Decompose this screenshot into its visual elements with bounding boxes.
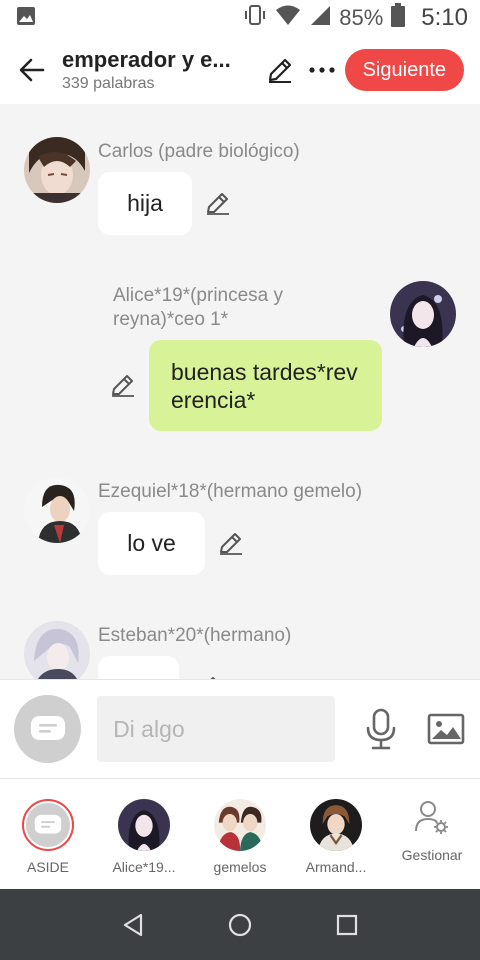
more-dots-icon	[309, 67, 335, 73]
edit-message-icon[interactable]	[218, 530, 244, 556]
avatar-carlos[interactable]	[24, 137, 90, 203]
story-header: emperador y e... 339 palabras Siguiente	[0, 36, 480, 104]
user-settings-icon	[415, 801, 448, 834]
clock: 5:10	[421, 4, 468, 31]
nav-back-button[interactable]	[113, 905, 153, 945]
system-nav-bar	[0, 889, 480, 960]
character-alice[interactable]: Alice*19...	[104, 799, 184, 875]
word-count: 339 palabras	[62, 75, 155, 92]
character-label: Alice*19...	[112, 859, 176, 875]
aside-bubble-icon	[30, 716, 65, 740]
message-input-bar	[0, 679, 480, 779]
aside-avatar	[22, 799, 74, 851]
message-text: hija	[127, 190, 163, 216]
vibrate-icon	[243, 3, 267, 33]
image-icon	[427, 713, 465, 745]
character-label: Armand...	[305, 859, 367, 875]
sender-name: Carlos (padre biológico)	[98, 141, 300, 162]
character-label: gemelos	[213, 859, 267, 875]
avatar-esteban[interactable]	[24, 621, 90, 679]
battery-percent: 85%	[339, 5, 384, 30]
avatar	[310, 799, 362, 851]
signal-icon	[309, 4, 331, 32]
triangle-back-icon	[124, 913, 143, 936]
character-gemelos[interactable]: gemelos	[200, 799, 280, 875]
edit-message-icon[interactable]	[205, 190, 231, 216]
status-bar: 85% 5:10	[0, 0, 480, 36]
message-text: buenas tardes*reverencia*	[171, 358, 358, 413]
avatar	[118, 799, 170, 851]
edit-message-icon[interactable]	[110, 372, 136, 398]
message-bubble[interactable]	[98, 656, 179, 679]
avatar-ezequiel[interactable]	[24, 477, 90, 543]
character-label: ASIDE	[26, 859, 69, 875]
back-button[interactable]	[16, 54, 48, 86]
square-recents-icon	[336, 914, 357, 935]
story-title: emperador y e...	[62, 47, 231, 72]
nav-home-button[interactable]	[220, 905, 260, 945]
message-input[interactable]	[97, 696, 336, 762]
circle-home-icon	[228, 913, 252, 936]
sender-name: Esteban*20*(hermano)	[98, 625, 292, 646]
wifi-icon	[275, 4, 301, 32]
own-message-bubble[interactable]: buenas tardes*reverencia*	[149, 340, 382, 431]
avatar	[214, 799, 266, 851]
aside-bubble-icon	[34, 814, 62, 834]
gallery-notification-icon	[16, 6, 36, 31]
sender-name: Ezequiel*18*(hermano gemelo)	[98, 481, 363, 502]
avatar-alice[interactable]	[390, 281, 456, 347]
manage-characters-button[interactable]: Gestionar	[392, 799, 472, 863]
message-text: lo ve	[127, 530, 176, 556]
manage-label: Gestionar	[401, 847, 463, 863]
character-armando[interactable]: Armand...	[296, 799, 376, 875]
message-bubble[interactable]: lo ve	[98, 512, 205, 575]
insert-image-button[interactable]	[427, 711, 466, 747]
edit-title-button[interactable]	[264, 54, 296, 86]
battery-icon	[391, 3, 406, 33]
nav-recents-button[interactable]	[327, 905, 367, 945]
arrow-left-icon	[19, 58, 45, 82]
characters-bar: ASIDE Alice*19... gemelos Armand... Gest…	[0, 779, 480, 889]
chat-area[interactable]: Carlos (padre biológico) hija Alice*19*(…	[0, 104, 480, 679]
story-title-block: emperador y e... 339 palabras	[62, 47, 242, 93]
character-aside[interactable]: ASIDE	[8, 799, 88, 875]
more-options-button[interactable]	[306, 54, 338, 86]
pencil-icon	[268, 58, 292, 83]
microphone-icon	[366, 708, 396, 750]
microphone-button[interactable]	[363, 707, 399, 751]
message-bubble[interactable]: hija	[98, 172, 192, 235]
sender-name: Alice*19*(princesa y reyna)*ceo 1*	[113, 285, 284, 330]
next-button[interactable]: Siguiente	[344, 49, 464, 91]
aside-toggle-button[interactable]	[14, 695, 82, 763]
